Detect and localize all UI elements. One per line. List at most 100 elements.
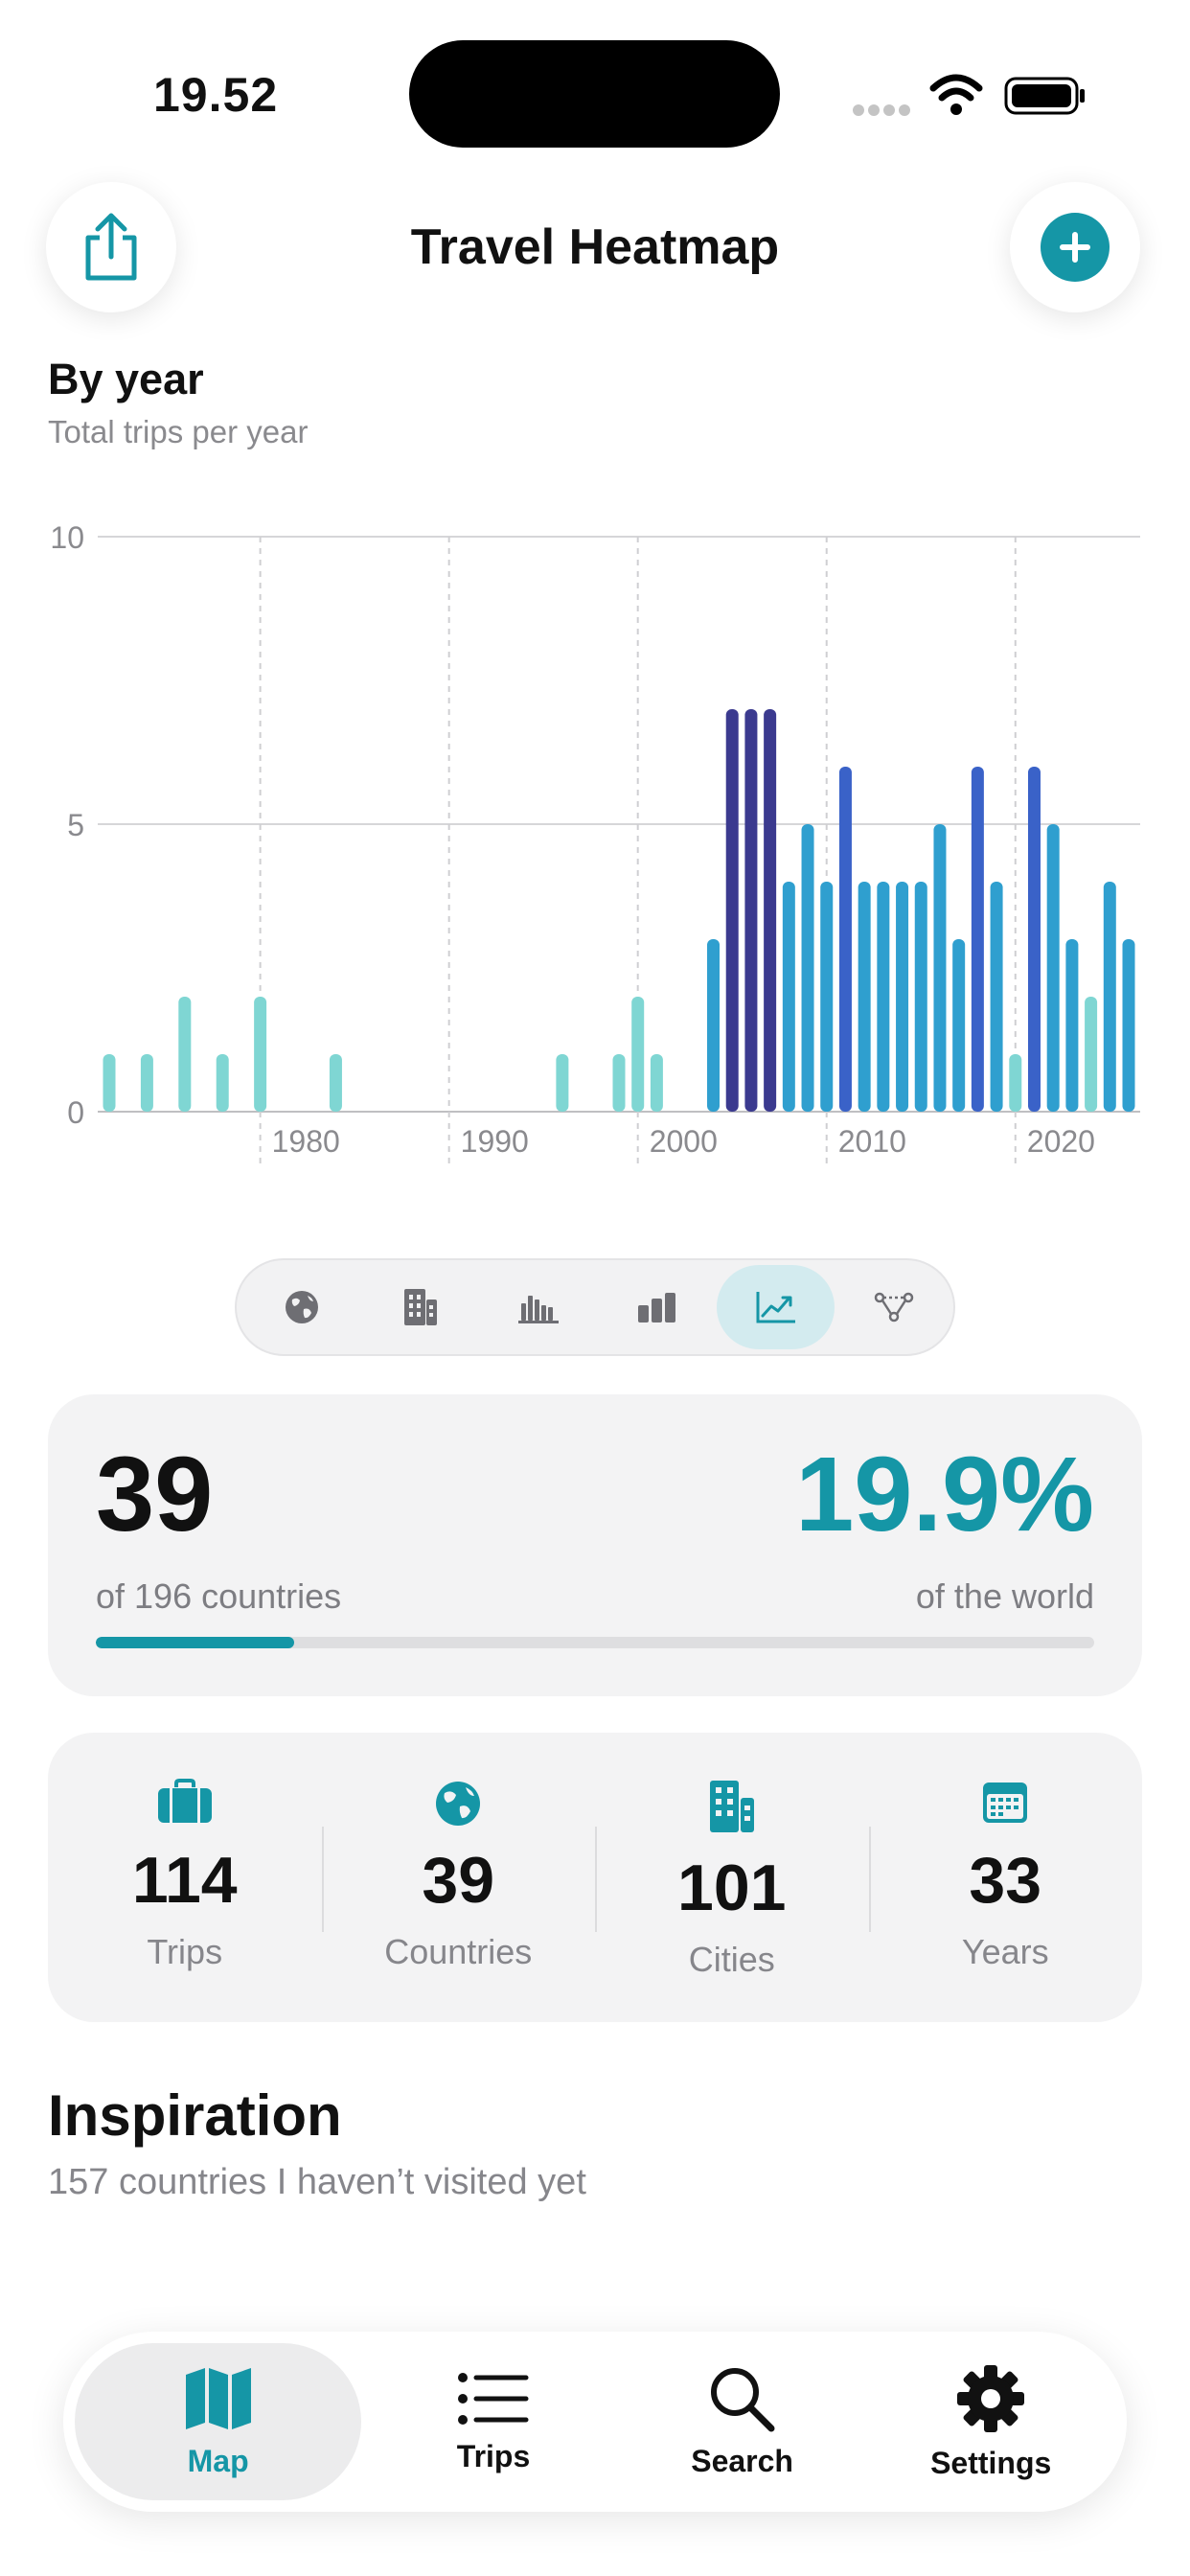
bar-chart-icon — [518, 1296, 560, 1323]
line-chart-icon — [756, 1292, 795, 1323]
wifi-icon — [929, 74, 983, 115]
stat-label: Trips — [147, 1932, 223, 1971]
chart-bar — [216, 1054, 229, 1112]
chart-bar — [744, 709, 758, 1112]
chart-bar — [650, 1054, 663, 1112]
inspiration-title: Inspiration — [48, 2083, 342, 2148]
globe-icon — [436, 1782, 481, 1826]
chart-bar — [896, 882, 909, 1112]
stat-value: 114 — [131, 1844, 238, 1917]
segment-network[interactable] — [835, 1265, 953, 1349]
world-percentage-label: of the world — [915, 1576, 1094, 1616]
chart-bar — [1103, 882, 1116, 1112]
segment-columns[interactable] — [598, 1265, 717, 1349]
chart-bar — [1009, 1054, 1022, 1112]
chart-type-selector[interactable] — [235, 1258, 955, 1356]
segment-histogram[interactable] — [479, 1265, 598, 1349]
search-icon — [710, 2367, 775, 2431]
chart-bar — [631, 997, 645, 1112]
chart-bar — [140, 1054, 153, 1112]
network-icon — [874, 1292, 914, 1322]
y-tick-label: 0 — [67, 1095, 84, 1130]
chart-bar — [858, 882, 871, 1112]
stat-trips[interactable]: 114 Trips — [48, 1733, 322, 2022]
status-time: 19.52 — [153, 68, 279, 122]
chart-bar — [764, 709, 777, 1112]
stats-card: 114 Trips 39 Countries 101 Cities 33 Yea… — [48, 1733, 1142, 2022]
chart-bar — [1122, 939, 1135, 1112]
x-tick-label: 2000 — [650, 1124, 718, 1159]
tab-label: Trips — [456, 2438, 531, 2473]
add-trip-button[interactable] — [1010, 182, 1140, 312]
segment-cities[interactable] — [361, 1265, 480, 1349]
chart-bar — [612, 1054, 626, 1112]
suitcase-icon — [157, 1779, 212, 1823]
world-progress-bar — [96, 1637, 1094, 1648]
world-coverage-card: 39 of 196 countries 19.9% of the world — [48, 1394, 1142, 1696]
world-percentage: 19.9% — [795, 1436, 1094, 1553]
tab-label: Map — [187, 2443, 249, 2478]
chart-bar — [877, 882, 890, 1112]
segment-globe[interactable] — [242, 1265, 361, 1349]
chart-bar — [1065, 939, 1079, 1112]
trips-per-year-chart: 0 5 10 1980 1990 2000 2010 2020 — [50, 520, 1140, 1169]
tab-settings[interactable]: Settings — [866, 2343, 1115, 2500]
chart-bar — [329, 1054, 342, 1112]
chart-bar — [820, 882, 834, 1112]
chart-bar — [971, 767, 984, 1112]
stat-label: Years — [961, 1932, 1049, 1971]
chart-bar — [838, 767, 852, 1112]
stat-years[interactable]: 33 Years — [868, 1733, 1143, 2022]
chart-bar — [990, 882, 1003, 1112]
plus-icon — [1060, 232, 1090, 263]
section-title: By year — [48, 355, 204, 403]
chart-bar — [1027, 767, 1041, 1112]
chart-bar — [103, 1054, 116, 1112]
stat-value: 101 — [677, 1852, 787, 1924]
countries-total-label: of 196 countries — [96, 1576, 342, 1616]
stat-label: Countries — [384, 1932, 533, 1971]
world-progress-fill — [96, 1637, 295, 1648]
column-chart-icon — [637, 1293, 675, 1322]
tab-bar: Map Trips Search Settings — [63, 2332, 1127, 2512]
calendar-icon — [983, 1782, 1028, 1823]
stat-value: 33 — [969, 1844, 1042, 1917]
chart-bar — [254, 997, 267, 1112]
chart-bar — [1085, 997, 1098, 1112]
stat-cities[interactable]: 101 Cities — [595, 1733, 869, 2022]
globe-icon — [285, 1291, 318, 1323]
chart-bar — [933, 824, 947, 1112]
dynamic-island — [409, 40, 780, 148]
list-icon — [458, 2372, 529, 2425]
chart-bar — [707, 939, 721, 1112]
map-icon — [185, 2367, 251, 2429]
y-tick-label: 5 — [67, 808, 84, 842]
x-tick-label: 1980 — [272, 1124, 340, 1159]
tab-label: Search — [691, 2443, 793, 2478]
tab-search[interactable]: Search — [618, 2343, 867, 2500]
signal-icon — [853, 104, 914, 121]
x-tick-label: 2020 — [1027, 1124, 1095, 1159]
tab-label: Settings — [930, 2445, 1052, 2480]
tab-map[interactable]: Map — [75, 2343, 362, 2500]
x-tick-label: 1990 — [461, 1124, 529, 1159]
inspiration-subtitle: 157 countries I haven’t visited yet — [48, 2162, 586, 2202]
building-icon — [709, 1781, 754, 1832]
chart-bar — [914, 882, 927, 1112]
battery-icon — [1004, 77, 1085, 115]
segment-line-chart[interactable] — [716, 1265, 835, 1349]
building-icon — [403, 1289, 437, 1325]
chart-bar — [952, 939, 966, 1112]
chart-bar — [801, 824, 814, 1112]
section-subtitle: Total trips per year — [48, 414, 309, 449]
chart-bar — [1046, 824, 1060, 1112]
stat-label: Cities — [688, 1940, 775, 1979]
tab-trips[interactable]: Trips — [369, 2343, 618, 2500]
gear-icon — [957, 2364, 1025, 2432]
chart-bar — [178, 997, 192, 1112]
stat-value: 39 — [422, 1844, 495, 1917]
chart-bar — [556, 1054, 569, 1112]
chart-bar — [725, 709, 739, 1112]
stat-countries[interactable]: 39 Countries — [321, 1733, 596, 2022]
countries-count: 39 — [96, 1436, 214, 1553]
